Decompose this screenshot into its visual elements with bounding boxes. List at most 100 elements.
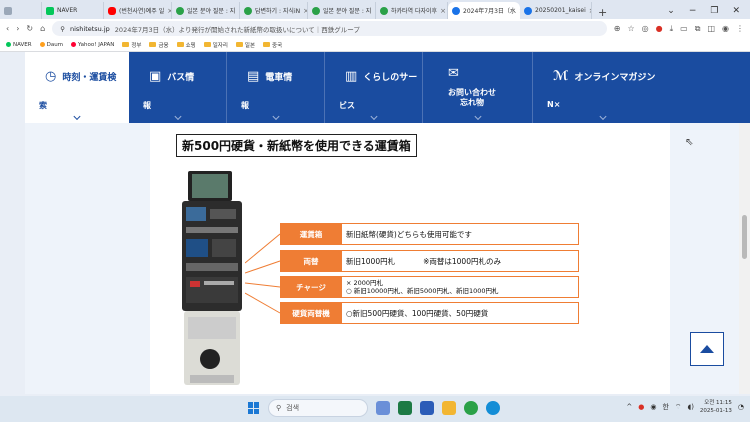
nav-living-services[interactable]: ▥ くらしのサー ビス [325, 52, 423, 123]
magazine-logo-icon: ℳ [553, 69, 569, 84]
mail-icon: ✉ [448, 66, 459, 81]
bookmark-label: Yahoo! JAPAN [78, 41, 115, 48]
tab-label: 일본 분야 질문 : 지 [187, 8, 236, 15]
nav-train-info[interactable]: ▤ 電車情 報 [227, 52, 325, 123]
callout-text: 新旧1000円札 [346, 256, 396, 266]
tab-8[interactable]: 20250201_kaisei× [520, 2, 592, 19]
tab-6[interactable]: 하카타역 다자이후 × [376, 2, 448, 19]
nav-timetable-fare[interactable]: ◷ 時刻・運賃検 索 [25, 52, 129, 123]
kin-favicon [380, 6, 388, 15]
notifications-icon[interactable]: ◔ [738, 403, 744, 411]
bookmark-label: 일자리 [212, 42, 228, 49]
bookmark-star-icon[interactable]: ☆ [627, 24, 634, 34]
bookmark-folder[interactable]: 쇼핑 [176, 41, 196, 49]
bookmark-folder[interactable]: 정부 [122, 41, 141, 49]
restore-icon[interactable]: ❐ [710, 6, 718, 16]
bookmark-folder[interactable]: 중국 [263, 41, 282, 49]
site-info-icon[interactable]: ⚲ [60, 25, 65, 33]
bookmark-folder[interactable]: 일자리 [203, 41, 228, 49]
tab-2[interactable]: (번천사연)예주 일× [104, 2, 172, 19]
bookmark-yahoo[interactable]: Yahoo! JAPAN [71, 42, 114, 48]
chrome-icon[interactable] [464, 401, 478, 415]
nav-label-2: 報 [241, 101, 249, 110]
url-title: 2024年7月3日（水）より発行が開始された新紙幣の取扱いについて｜西鉄グループ [114, 25, 360, 34]
nav-bus-info[interactable]: ▣ バス情 報 [129, 52, 227, 123]
callout-label: 両替 [280, 250, 342, 272]
nav-label-2: ビス [339, 101, 355, 110]
nav-label: バス情 [167, 73, 195, 83]
nav-label: 電車情 [265, 73, 293, 83]
close-window-icon[interactable]: ✕ [732, 6, 740, 16]
split-icon[interactable]: ▭ [680, 24, 688, 34]
tab-5[interactable]: 일본 분야 질문 : 지× [308, 2, 376, 19]
bookmark-folder[interactable]: 금융 [149, 41, 169, 49]
nav-online-magazine[interactable]: ℳ オンラインマガジン N× [533, 52, 673, 123]
app-tray-icon[interactable]: ◉ [650, 403, 656, 411]
minimize-icon[interactable]: − [689, 6, 697, 16]
bookmark-daum[interactable]: Daum [39, 42, 63, 48]
search-placeholder: 검색 [286, 404, 300, 412]
record-icon[interactable]: ● [656, 24, 663, 34]
back-icon[interactable]: ‹ [6, 24, 9, 33]
translate-icon[interactable]: ⊕ [614, 24, 621, 34]
reload-icon[interactable]: ↻ [26, 24, 33, 33]
daum-icon [39, 42, 45, 47]
nav-contact[interactable]: ✉ お問い合わせ 忘れ物 [423, 52, 533, 123]
word-icon[interactable] [420, 401, 434, 415]
ime-indicator[interactable]: 한 [662, 402, 668, 412]
tab-3[interactable]: 일본 분야 질문 : 지× [172, 2, 240, 19]
tab-1[interactable]: NAVER [42, 2, 104, 19]
chevron-down-icon [173, 112, 182, 121]
callout-fare-box: 運賃箱 新旧紙幣(硬貨)どちらも使用可能です [280, 223, 579, 245]
tab-active[interactable]: 2024年7月3日（水× [448, 2, 520, 19]
clock[interactable]: 오전 11:15 2025-01-13 [700, 399, 732, 415]
kin-favicon [176, 6, 184, 15]
menu-icon[interactable]: ⋮ [736, 24, 744, 34]
excel-icon[interactable] [398, 401, 412, 415]
sidepanel-icon[interactable]: ◫ [707, 24, 715, 34]
callout-value: 新旧紙幣(硬貨)どちらも使用可能です [342, 223, 579, 245]
file-explorer-icon[interactable] [442, 401, 456, 415]
tab-4[interactable]: 답변하기 : 지식iN× [240, 2, 308, 19]
widgets-icon[interactable] [376, 401, 390, 415]
windows-start-icon[interactable] [248, 402, 260, 414]
page-scrollbar[interactable] [739, 123, 750, 394]
home-icon[interactable]: ⌂ [40, 24, 45, 33]
edge-icon[interactable] [486, 401, 500, 415]
bookmark-naver[interactable]: NAVER [6, 42, 32, 48]
nav-label-2: N× [547, 100, 561, 109]
antivirus-icon[interactable]: ● [638, 403, 644, 411]
url-input[interactable]: ⚲ nishitetsu.jp 2024年7月3日（水）より発行が開始された新紙… [52, 21, 607, 36]
taskbar: ⚲ 검색 ^ ● ◉ 한 ⌔ ◖) 오전 11:15 2025-01-13 ◔ [0, 396, 750, 422]
address-bar: ‹ › ↻ ⌂ ⚲ nishitetsu.jp 2024年7月3日（水）より発行… [0, 19, 750, 38]
back-to-top-button[interactable] [690, 332, 724, 366]
site-nav: ◷ 時刻・運賃検 索 ▣ バス情 報 ▤ 電車情 報 ▥ くらしのサー ビス ✉ お問い… [25, 52, 750, 123]
profile-icon[interactable]: ◉ [722, 24, 729, 34]
forward-icon[interactable]: › [16, 24, 19, 33]
taskbar-search[interactable]: ⚲ 검색 [268, 399, 368, 417]
bookmark-folder[interactable]: 일본 [235, 41, 255, 49]
naver-favicon [46, 6, 54, 15]
new-tab-button[interactable]: + [592, 6, 613, 19]
folder-icon [203, 42, 211, 47]
clock-icon: ◷ [45, 69, 57, 84]
network-icon[interactable]: ⌔ [675, 403, 682, 412]
extensions-icon[interactable]: ⧉ [695, 24, 701, 34]
shop-icon: ▥ [345, 69, 358, 84]
tab-0[interactable] [0, 2, 42, 19]
callout-exchange: 両替 新旧1000円札 ※両替は1000円札のみ [280, 250, 579, 272]
yahoo-icon [71, 42, 77, 47]
scrollbar-thumb[interactable] [742, 215, 747, 259]
callout-value: 新旧1000円札 ※両替は1000円札のみ [342, 250, 579, 272]
volume-icon[interactable]: ◖) [688, 403, 694, 411]
tray-expand-icon[interactable]: ^ [626, 403, 632, 411]
nav-label: オンラインマガジン [574, 73, 656, 83]
close-icon[interactable]: × [440, 7, 446, 15]
callout-charge: チャージ × 2000円札 ○ 新旧10000円札、新旧5000円札、新旧100… [280, 276, 579, 298]
download-icon[interactable]: ⤓ [670, 24, 674, 34]
tab-search-icon[interactable]: ⌄ [667, 6, 675, 16]
callout-coin-changer: 硬貨両替機 ○新旧500円硬貨、100円硬貨、50円硬貨 [280, 302, 579, 324]
kin-favicon [244, 6, 252, 15]
extension-icon[interactable]: ◎ [642, 24, 649, 34]
callout-label: チャージ [280, 276, 342, 298]
